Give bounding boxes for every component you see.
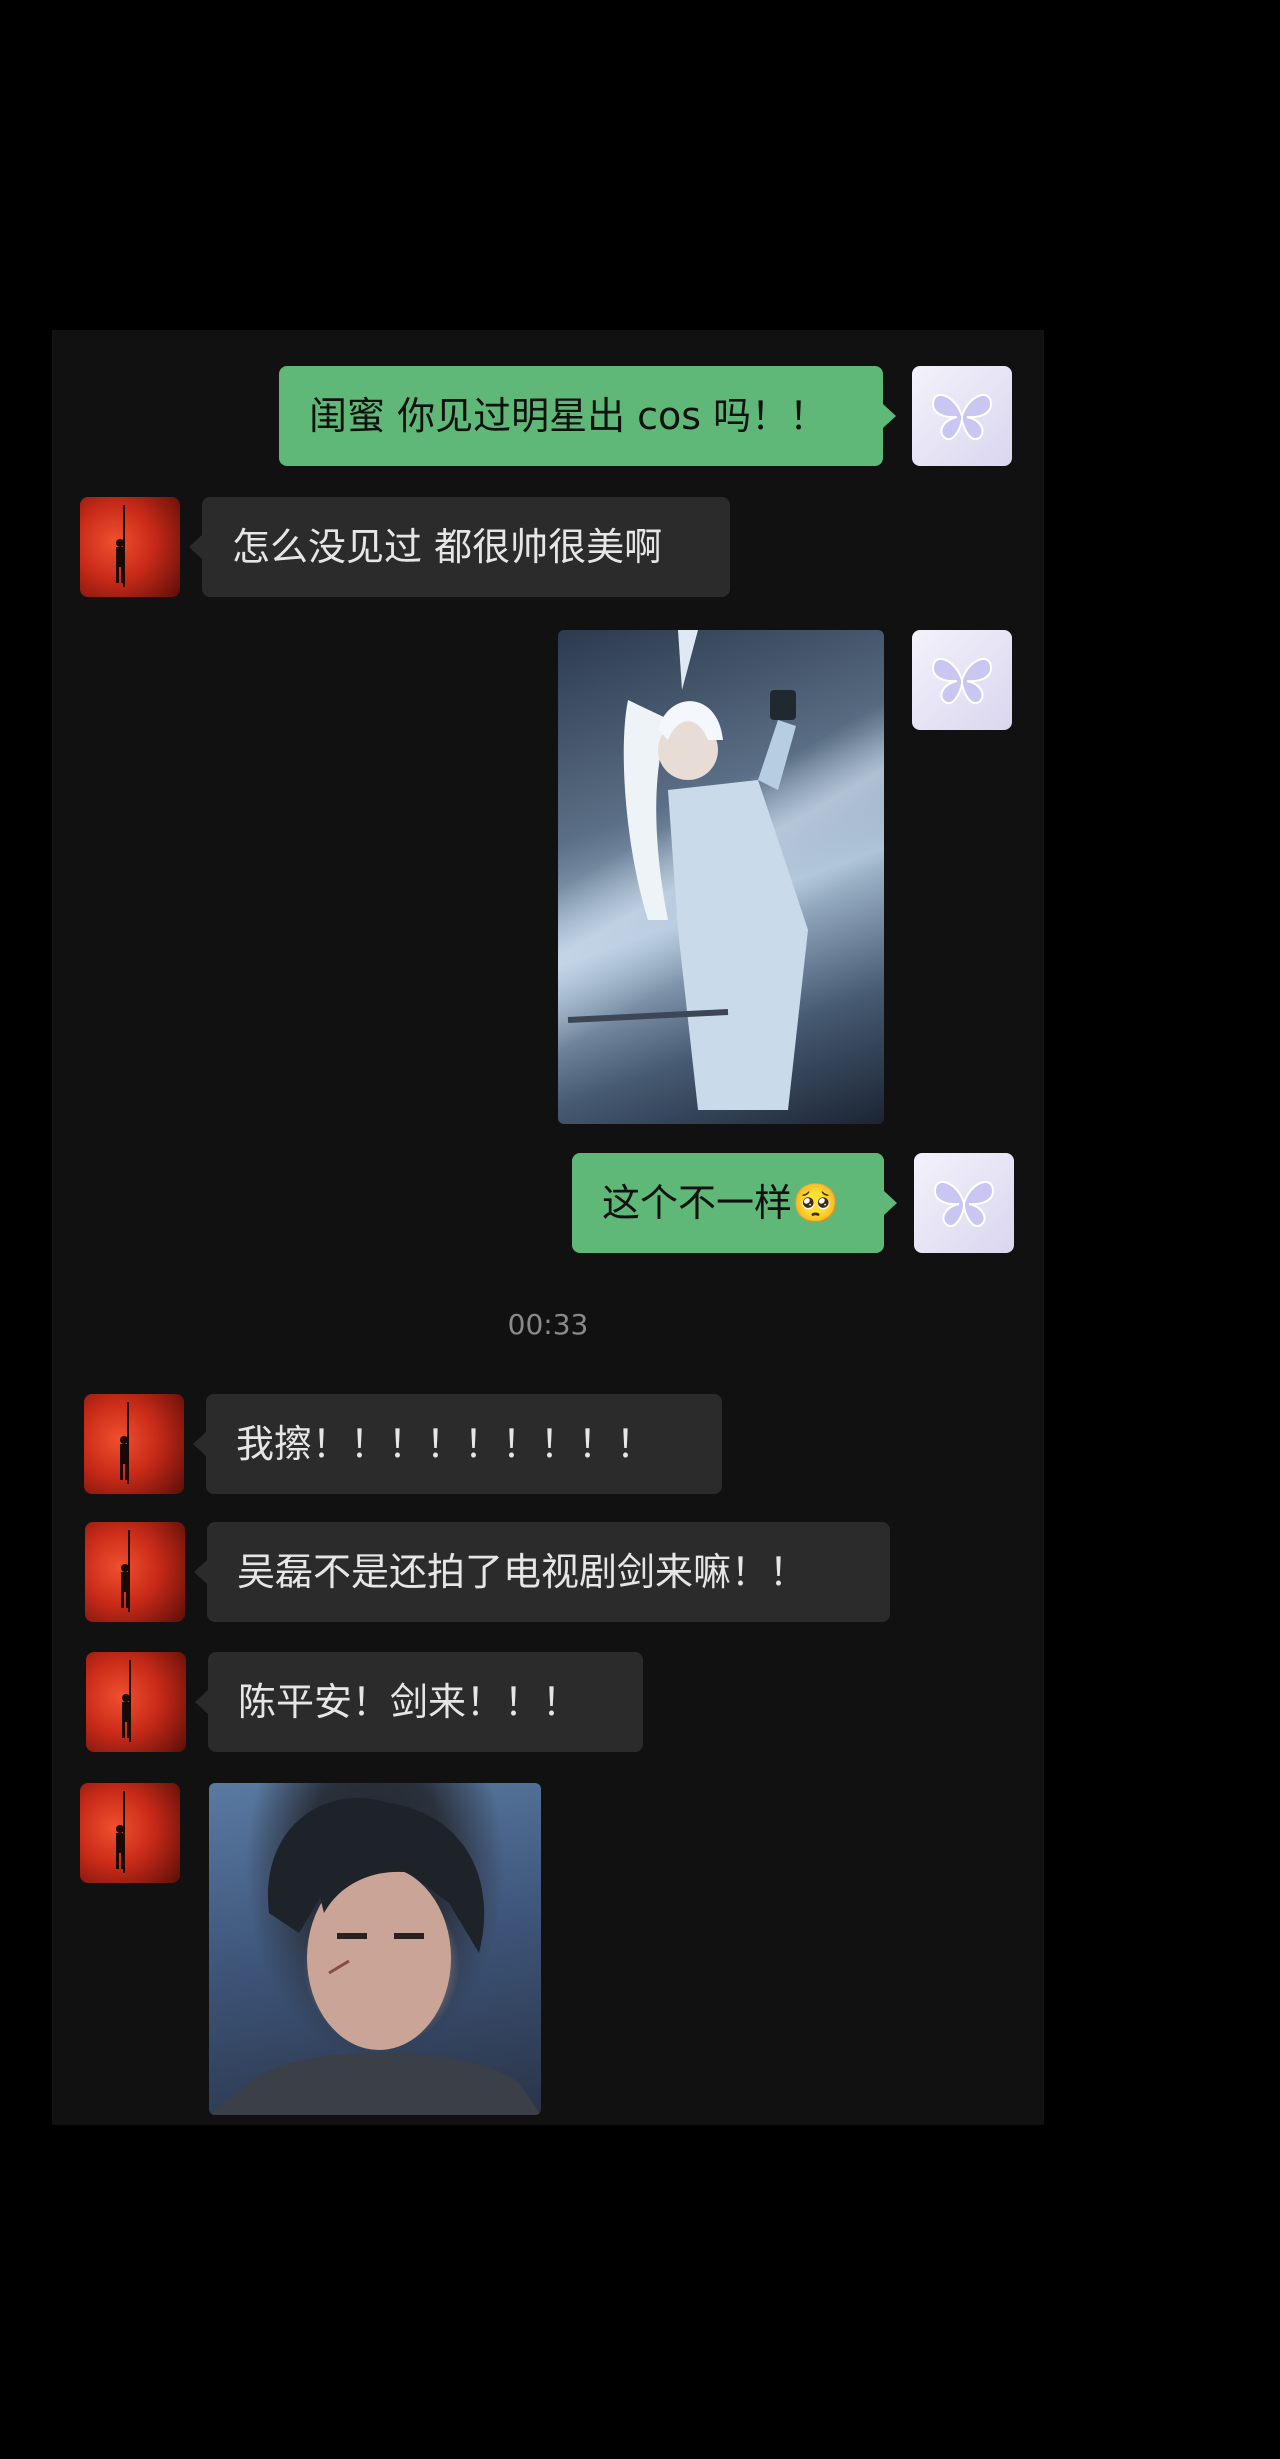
bubble-tail — [884, 1191, 897, 1215]
cosplay-figure — [567, 630, 808, 1110]
friend-avatar[interactable] — [86, 1652, 186, 1752]
butterfly-icon — [933, 1180, 995, 1228]
message-bubble[interactable]: 陈平安！剑来！！！ — [208, 1652, 643, 1752]
cosplay-photo[interactable] — [558, 630, 884, 1124]
message-bubble[interactable]: 我擦！！！！！！！！！ — [206, 1394, 722, 1494]
message-row-outgoing — [52, 630, 1044, 1130]
friend-avatar[interactable] — [84, 1394, 184, 1494]
friend-avatar[interactable] — [80, 1783, 180, 1883]
figure-on-red-icon — [120, 1402, 129, 1484]
friend-avatar[interactable] — [80, 497, 180, 597]
bubble-tail — [193, 1432, 206, 1456]
message-row-incoming: 吴磊不是还拍了电视剧剑来嘛！！ — [52, 1522, 1044, 1622]
figure-on-red-icon — [121, 1530, 130, 1612]
bubble-tail — [189, 535, 202, 559]
bubble-tail — [195, 1690, 208, 1714]
figure-on-red-icon — [116, 505, 125, 587]
chat-panel: 闺蜜 你见过明星出 cos 吗！！ 怎么没见过 都很帅很美啊 这个不一样🥺 00… — [52, 330, 1044, 2125]
message-row-incoming: 怎么没见过 都很帅很美啊 — [52, 497, 1044, 597]
figure-on-red-icon — [122, 1660, 131, 1742]
portrait-figure — [209, 1797, 541, 2115]
message-bubble[interactable]: 怎么没见过 都很帅很美啊 — [202, 497, 730, 597]
bubble-tail — [194, 1560, 207, 1584]
message-row-incoming: 陈平安！剑来！！！ — [52, 1652, 1044, 1752]
my-avatar[interactable] — [912, 366, 1012, 466]
message-bubble[interactable]: 闺蜜 你见过明星出 cos 吗！！ — [279, 366, 883, 466]
bubble-tail — [883, 404, 896, 428]
butterfly-icon — [931, 393, 993, 441]
character-portrait[interactable] — [209, 1783, 541, 2115]
my-avatar[interactable] — [912, 630, 1012, 730]
message-row-outgoing: 这个不一样🥺 — [52, 1153, 1044, 1253]
butterfly-icon — [931, 657, 993, 705]
figure-on-red-icon — [116, 1791, 125, 1873]
message-bubble[interactable]: 这个不一样🥺 — [572, 1153, 884, 1253]
message-timestamp: 00:33 — [507, 1308, 589, 1341]
message-row-incoming: 我擦！！！！！！！！！ — [52, 1394, 1044, 1494]
my-avatar[interactable] — [914, 1153, 1014, 1253]
message-bubble[interactable]: 吴磊不是还拍了电视剧剑来嘛！！ — [207, 1522, 890, 1622]
friend-avatar[interactable] — [85, 1522, 185, 1622]
message-row-incoming — [52, 1783, 1044, 2125]
message-row-outgoing: 闺蜜 你见过明星出 cos 吗！！ — [52, 366, 1044, 466]
